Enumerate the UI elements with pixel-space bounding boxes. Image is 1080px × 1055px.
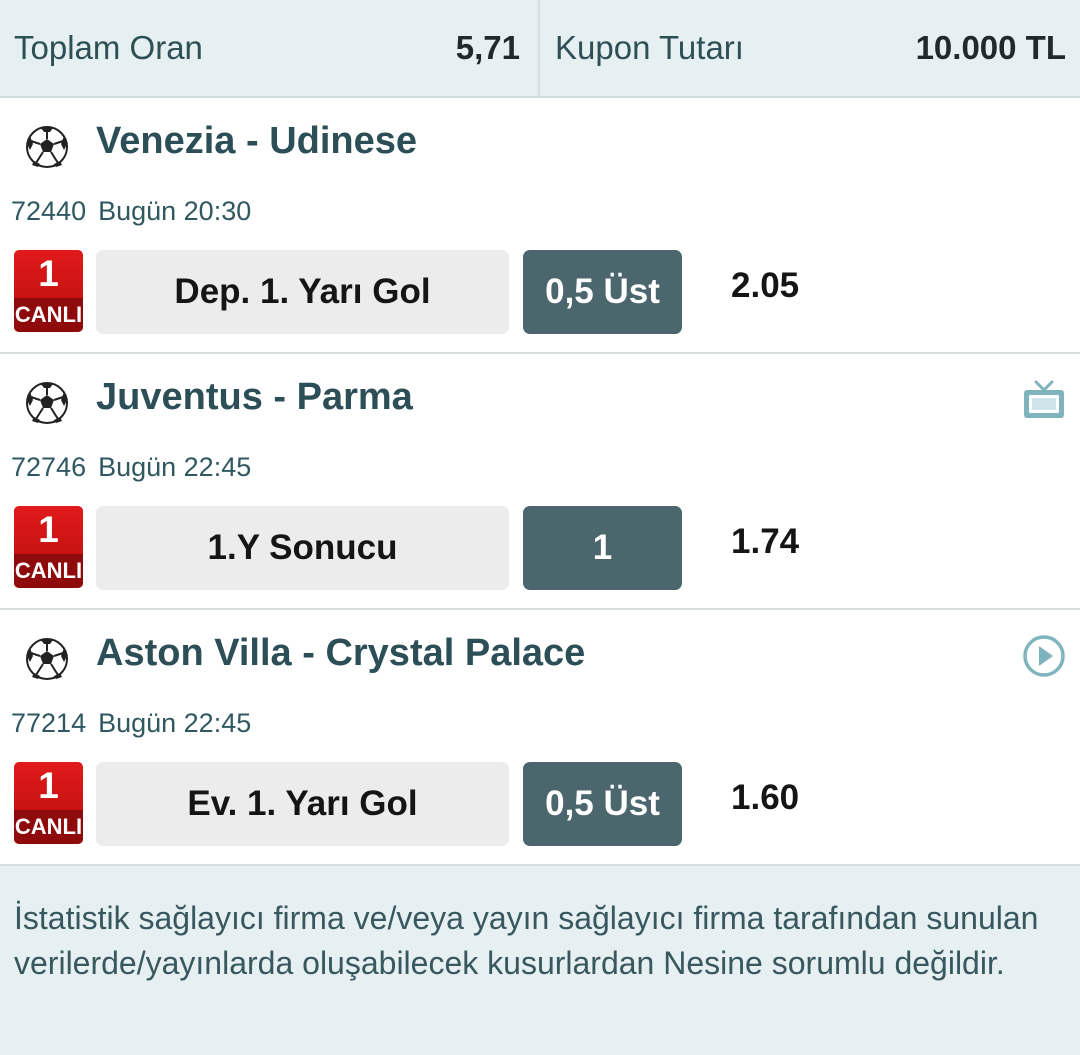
live-badge: 1 CANLI (14, 506, 83, 588)
match-code: 72746 (11, 452, 87, 482)
soccer-ball-icon (26, 126, 68, 168)
pick-odd: 1.74 (731, 522, 800, 561)
total-odds-label: Toplam Oran (14, 29, 203, 66)
live-badge-label: CANLI (14, 810, 83, 844)
live-badge-label: CANLI (14, 298, 83, 332)
total-odds: Toplam Oran 5,71 (0, 0, 540, 96)
live-badge-label: CANLI (14, 554, 83, 588)
soccer-ball-icon (26, 382, 68, 424)
match-time: Bugün 20:30 (98, 196, 252, 226)
disclaimer-text: İstatistik sağlayıcı firma ve/veya yayın… (14, 900, 1039, 981)
match-meta: 77214 Bugün 22:45 (11, 708, 251, 739)
match-code: 77214 (11, 708, 87, 738)
match-title[interactable]: Venezia - Udinese (96, 120, 417, 163)
soccer-ball-icon (26, 638, 68, 680)
market-name: Ev. 1. Yarı Gol (96, 762, 509, 846)
market-name: 1.Y Sonucu (96, 506, 509, 590)
match-time: Bugün 22:45 (98, 452, 252, 482)
live-badge-number: 1 (38, 253, 59, 294)
total-odds-value: 5,71 (455, 29, 520, 66)
match-code: 72440 (11, 196, 87, 226)
coupon-amount[interactable]: Kupon Tutarı 10.000 TL (540, 0, 1080, 96)
disclaimer-panel: İstatistik sağlayıcı firma ve/veya yayın… (0, 866, 1080, 1055)
coupon-summary-bar: Toplam Oran 5,71 Kupon Tutarı 10.000 TL (0, 0, 1080, 98)
pick-odd: 1.60 (731, 778, 800, 817)
coupon-amount-label: Kupon Tutarı (555, 29, 744, 66)
pick-odd: 2.05 (731, 266, 800, 305)
live-badge-number: 1 (38, 765, 59, 806)
match-time: Bugün 22:45 (98, 708, 252, 738)
selected-pick[interactable]: 1 (523, 506, 682, 590)
tv-icon[interactable] (1022, 378, 1066, 422)
match-card: Aston Villa - Crystal Palace 77214 Bugün … (0, 610, 1080, 866)
coupon-amount-value[interactable]: 10.000 TL (916, 29, 1066, 67)
match-card: Venezia - Udinese 72440 Bugün 20:30 1 CAN… (0, 98, 1080, 354)
match-title[interactable]: Aston Villa - Crystal Palace (96, 632, 585, 675)
live-badge-number: 1 (38, 509, 59, 550)
live-badge: 1 CANLI (14, 250, 83, 332)
match-card: Juventus - Parma 72746 Bugün 22:45 1 CANL… (0, 354, 1080, 610)
match-meta: 72440 Bugün 20:30 (11, 196, 251, 227)
match-meta: 72746 Bugün 22:45 (11, 452, 251, 483)
live-badge: 1 CANLI (14, 762, 83, 844)
match-title[interactable]: Juventus - Parma (96, 376, 413, 419)
selected-pick[interactable]: 0,5 Üst (523, 250, 682, 334)
market-name: Dep. 1. Yarı Gol (96, 250, 509, 334)
selected-pick[interactable]: 0,5 Üst (523, 762, 682, 846)
play-circle-icon[interactable] (1022, 634, 1066, 678)
